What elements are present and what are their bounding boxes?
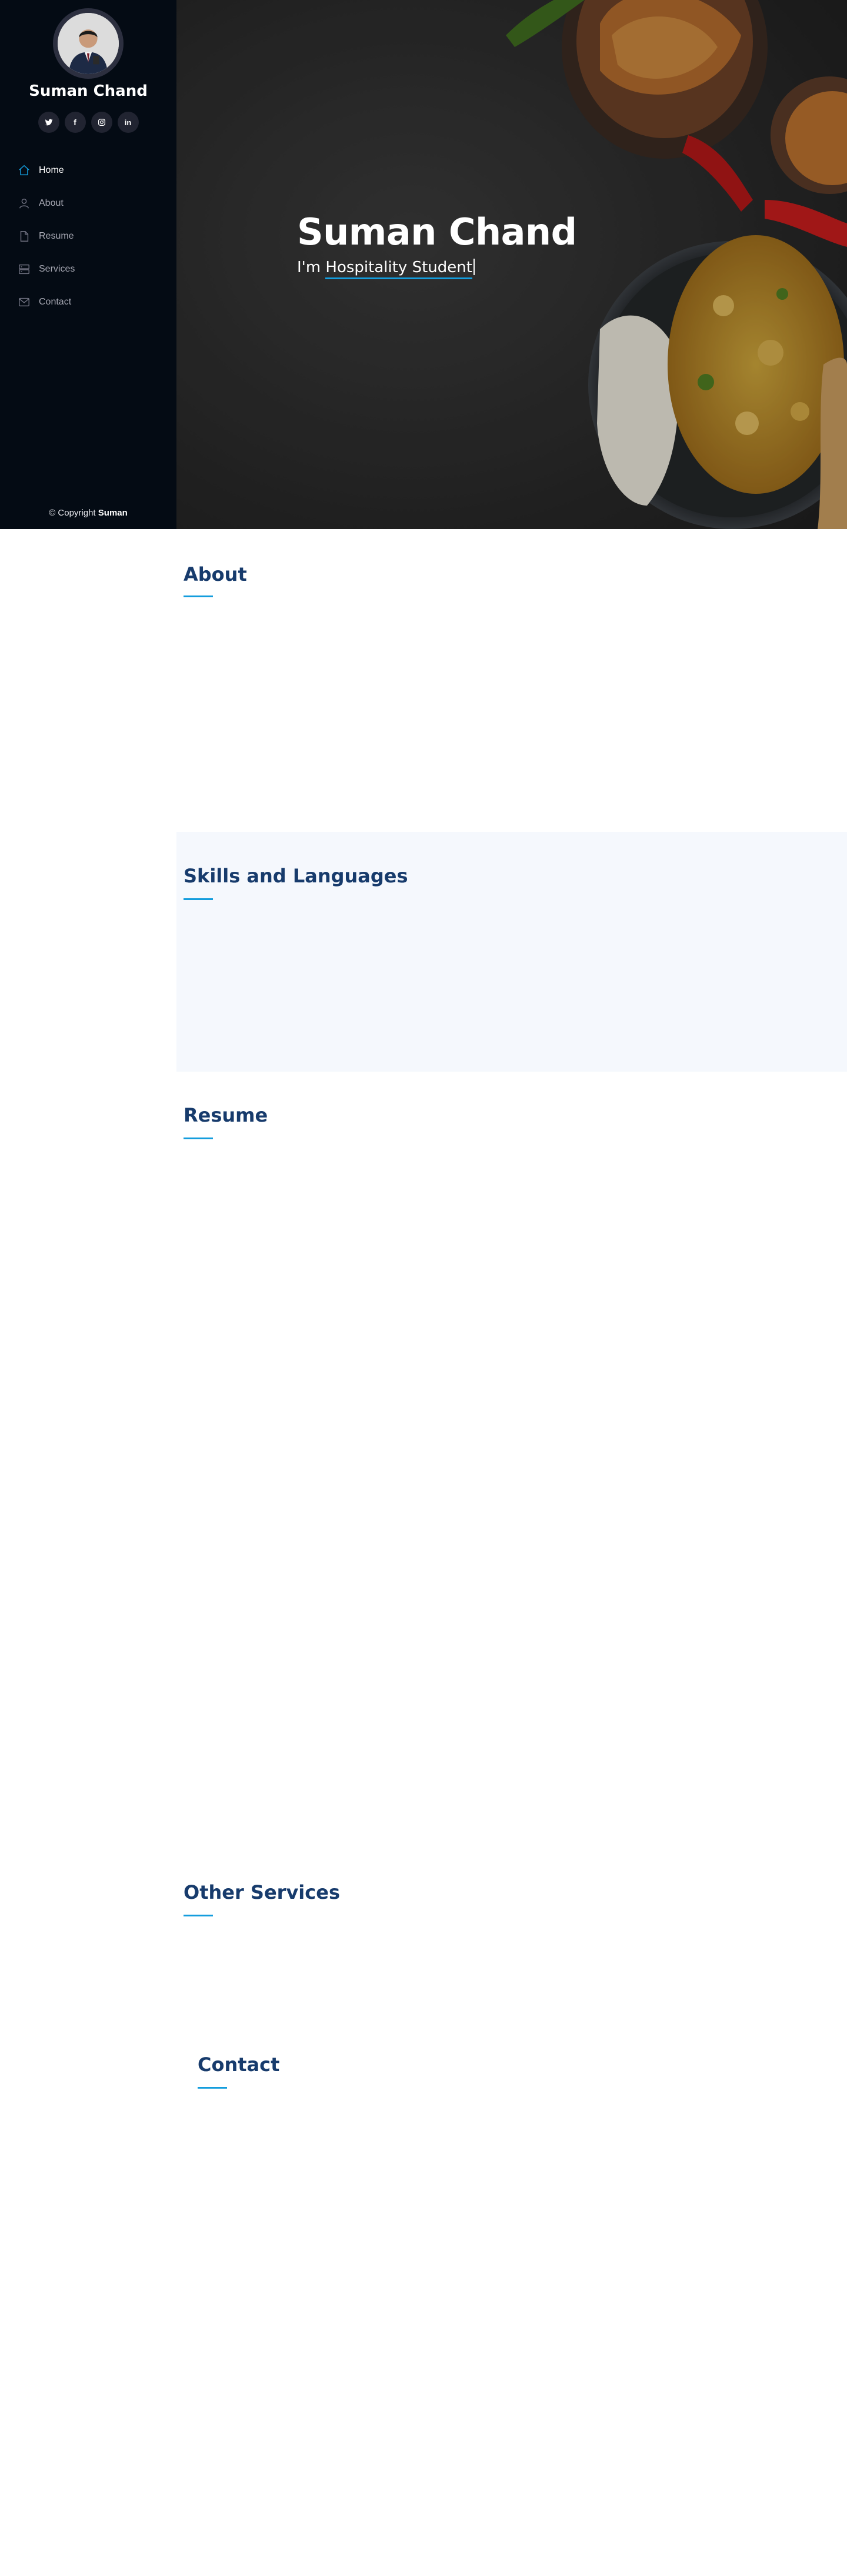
home-icon xyxy=(19,165,29,176)
profile-name: Suman Chand xyxy=(29,82,148,100)
hero-typed-text: Hospitality Student xyxy=(325,259,472,279)
copyright-prefix: © Copyright xyxy=(49,508,96,518)
section-title-resume: Resume xyxy=(184,1104,268,1126)
facebook-icon: f xyxy=(74,118,76,127)
hero-subtitle-prefix: I'm xyxy=(297,259,326,276)
hero-background-image xyxy=(176,0,847,529)
section-title-underline xyxy=(184,898,213,900)
about-section: About xyxy=(176,529,847,832)
instagram-icon xyxy=(98,119,105,126)
profile-photo-icon xyxy=(58,13,119,74)
section-title-underline xyxy=(184,1138,213,1139)
nav-item-home[interactable]: Home xyxy=(18,154,159,187)
section-title-about: About xyxy=(184,563,247,586)
envelope-icon xyxy=(19,297,29,307)
nav-item-label: Resume xyxy=(39,231,74,241)
resume-section: Resume xyxy=(176,1072,847,1848)
nav-item-label: Contact xyxy=(39,297,72,307)
typing-cursor xyxy=(473,259,475,275)
facebook-link[interactable]: f xyxy=(64,112,86,133)
profile-avatar xyxy=(53,8,124,79)
nav-item-services[interactable]: Services xyxy=(18,253,159,286)
twitter-link[interactable] xyxy=(38,112,59,133)
nav-item-resume[interactable]: Resume xyxy=(18,220,159,253)
section-title-contact: Contact xyxy=(198,2053,280,2076)
section-title-skills: Skills and Languages xyxy=(184,865,408,887)
contact-section: Contact xyxy=(176,2036,847,2576)
nav-item-label: About xyxy=(39,198,64,208)
section-title-underline xyxy=(184,596,213,597)
person-icon xyxy=(19,198,29,209)
copyright-name: Suman xyxy=(98,508,128,518)
copyright: © Copyright Suman xyxy=(0,508,176,518)
services-section: Other Services xyxy=(176,1848,847,2036)
hero-title: Suman Chand xyxy=(297,210,577,253)
social-links: f in xyxy=(0,112,176,133)
file-icon xyxy=(20,231,29,242)
sidebar: Suman Chand f in Home About Resume Servi… xyxy=(0,0,176,529)
hero-section: Suman Chand I'm Hospitality Student xyxy=(176,0,847,529)
nav-item-label: Services xyxy=(39,264,75,274)
nav-item-label: Home xyxy=(39,165,64,175)
section-title-underline xyxy=(184,1915,213,1916)
twitter-icon xyxy=(44,119,53,126)
section-title-services: Other Services xyxy=(184,1881,340,1903)
section-title-underline xyxy=(198,2087,227,2089)
linkedin-link[interactable]: in xyxy=(117,112,139,133)
nav-item-about[interactable]: About xyxy=(18,187,159,220)
hero-subtitle: I'm Hospitality Student xyxy=(297,259,475,279)
server-icon xyxy=(19,264,29,275)
instagram-link[interactable] xyxy=(91,112,112,133)
linkedin-icon: in xyxy=(124,118,132,127)
main-nav: Home About Resume Services Contact xyxy=(18,154,159,319)
skills-section: Skills and Languages xyxy=(176,832,847,1072)
nav-item-contact[interactable]: Contact xyxy=(18,286,159,319)
